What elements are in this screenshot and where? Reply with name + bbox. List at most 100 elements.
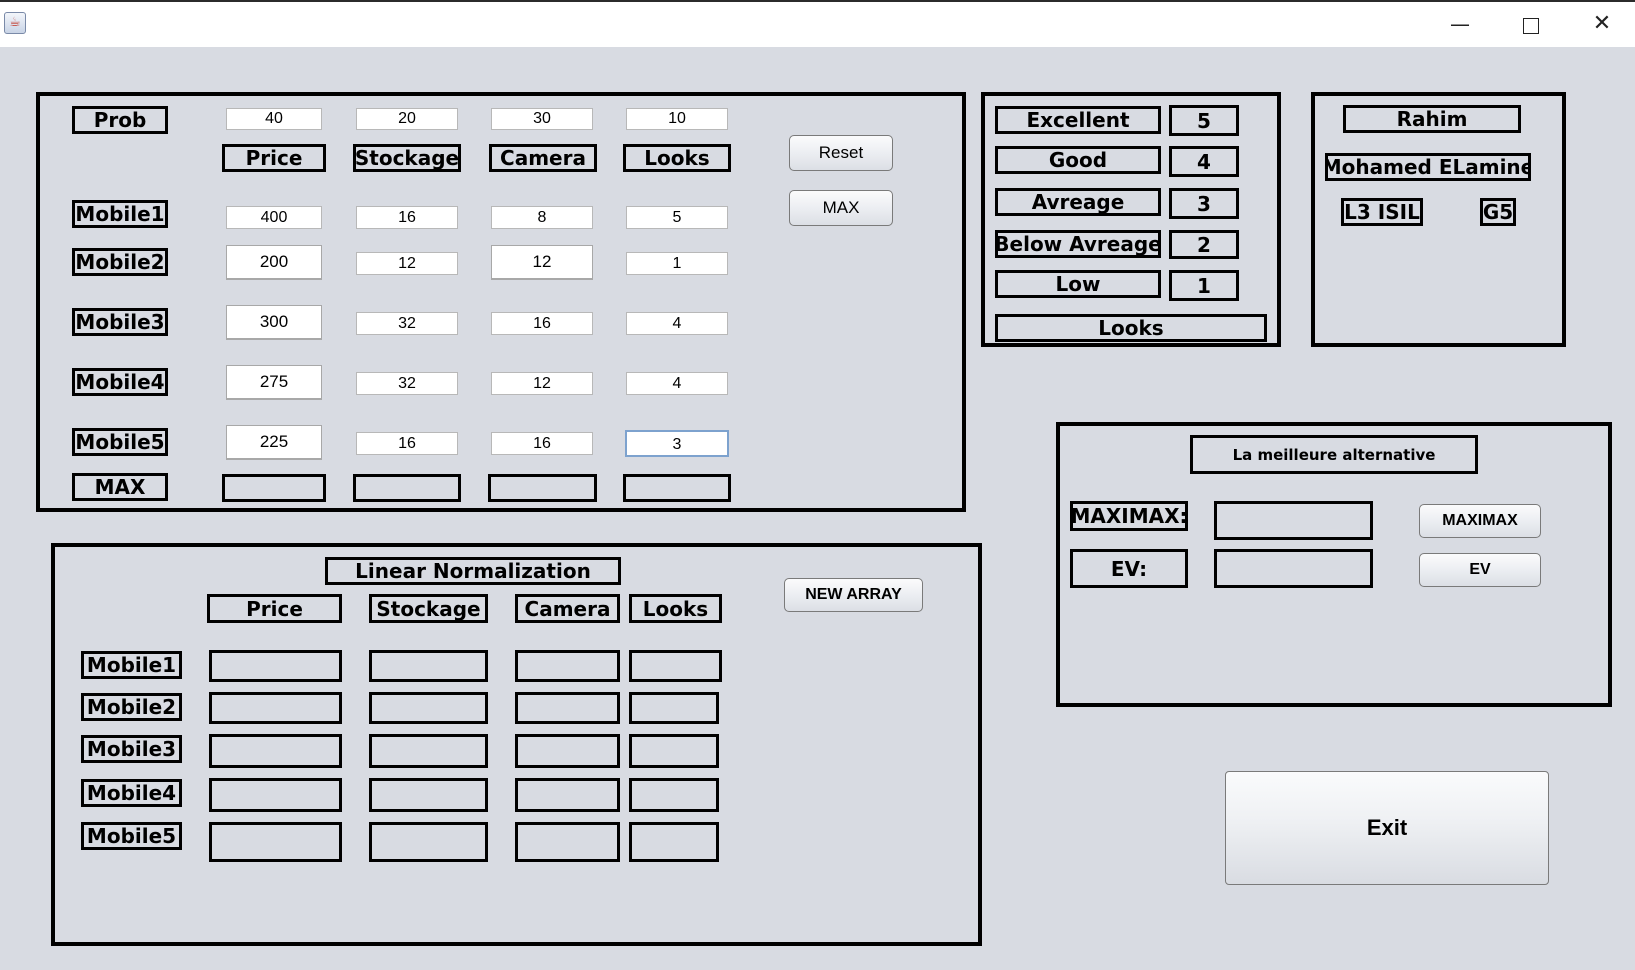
mobile4-stockage-field[interactable]: 32 — [356, 372, 458, 395]
mobile5-price-field[interactable]: 225 — [226, 425, 322, 460]
scale-value-low: 1 — [1169, 270, 1239, 301]
scale-value-avreage: 3 — [1169, 188, 1239, 219]
norm-row-label-mobile2: Mobile2 — [81, 693, 182, 721]
max-row-label: MAX — [72, 473, 168, 501]
minimize-icon: — — [1450, 12, 1470, 36]
minimize-button[interactable]: — — [1430, 6, 1490, 42]
norm-mobile4-price — [209, 778, 342, 812]
norm-row-label-mobile4: Mobile4 — [81, 779, 182, 807]
scale-label-good: Good — [995, 146, 1161, 174]
mobile2-looks-field[interactable]: 1 — [626, 252, 728, 275]
mobile2-stockage-field[interactable]: 12 — [356, 252, 458, 275]
prob-looks-field[interactable]: 10 — [626, 108, 728, 130]
norm-mobile2-looks — [629, 692, 719, 724]
row-label-mobile3: Mobile3 — [72, 308, 168, 336]
row-label-mobile2: Mobile2 — [72, 248, 168, 276]
scale-label-avreage: Avreage — [995, 188, 1161, 216]
norm-mobile5-stockage — [369, 822, 488, 862]
norm-row-label-mobile5: Mobile5 — [81, 822, 182, 850]
norm-mobile3-stockage — [369, 734, 488, 768]
mobile1-camera-field[interactable]: 8 — [491, 206, 593, 229]
norm-mobile4-stockage — [369, 778, 488, 812]
norm-col-header-stockage: Stockage — [369, 594, 488, 623]
exit-button[interactable]: Exit — [1225, 771, 1549, 885]
mobile4-camera-field[interactable]: 12 — [491, 372, 593, 395]
norm-mobile3-price — [209, 734, 342, 768]
maximize-icon — [1523, 17, 1539, 34]
norm-col-header-looks: Looks — [629, 594, 722, 623]
norm-mobile3-camera — [515, 734, 620, 768]
norm-mobile4-camera — [515, 778, 620, 812]
max-button[interactable]: MAX — [789, 190, 893, 226]
scale-label-low: Low — [995, 270, 1161, 298]
java-app-icon[interactable]: ☕ — [4, 12, 26, 34]
scale-label-below-avreage: Below Avreage — [995, 230, 1161, 258]
norm-mobile5-price — [209, 822, 342, 862]
norm-mobile5-looks — [629, 822, 719, 862]
close-button[interactable]: ✕ — [1572, 6, 1632, 42]
mobile1-stockage-field[interactable]: 16 — [356, 206, 458, 229]
row-label-mobile1: Mobile1 — [72, 200, 168, 228]
mobile5-looks-field[interactable]: 3 — [625, 430, 729, 457]
mobile5-stockage-field[interactable]: 16 — [356, 432, 458, 455]
col-header-looks: Looks — [623, 144, 731, 172]
ev-label: EV: — [1070, 549, 1188, 588]
mobile2-price-field[interactable]: 200 — [226, 245, 322, 280]
mobile3-looks-field[interactable]: 4 — [626, 312, 728, 335]
mobile4-looks-field[interactable]: 4 — [626, 372, 728, 395]
maximax-result — [1214, 501, 1373, 540]
scale-value-excellent: 5 — [1169, 105, 1239, 136]
author-full-name: Mohamed ELamine — [1325, 153, 1531, 181]
max-camera-output — [488, 474, 597, 502]
ev-result — [1214, 549, 1373, 588]
norm-mobile2-camera — [515, 692, 620, 724]
col-header-price: Price — [222, 144, 326, 172]
norm-mobile1-stockage — [369, 650, 488, 682]
close-icon: ✕ — [1592, 11, 1612, 36]
col-header-camera: Camera — [489, 144, 597, 172]
prob-price-field[interactable]: 40 — [226, 108, 322, 130]
mobile2-camera-field[interactable]: 12 — [491, 245, 593, 280]
max-looks-output — [623, 474, 731, 502]
reset-button[interactable]: Reset — [789, 135, 893, 171]
norm-col-header-camera: Camera — [515, 594, 620, 623]
mobile4-price-field[interactable]: 275 — [226, 365, 322, 400]
row-label-mobile5: Mobile5 — [72, 428, 168, 456]
norm-mobile2-stockage — [369, 692, 488, 724]
norm-mobile4-looks — [629, 778, 719, 812]
mobile5-camera-field[interactable]: 16 — [491, 432, 593, 455]
scale-label-excellent: Excellent — [995, 106, 1161, 134]
mobile3-price-field[interactable]: 300 — [226, 305, 322, 340]
max-stockage-output — [353, 474, 461, 502]
max-price-output — [222, 474, 326, 502]
norm-mobile3-looks — [629, 734, 719, 768]
maximax-label: MAXIMAX: — [1070, 501, 1188, 531]
norm-col-header-price: Price — [207, 594, 342, 623]
mobile1-looks-field[interactable]: 5 — [626, 206, 728, 229]
norm-mobile1-camera — [515, 650, 620, 682]
mobile3-camera-field[interactable]: 16 — [491, 312, 593, 335]
prob-stockage-field[interactable]: 20 — [356, 108, 458, 130]
norm-mobile1-price — [209, 650, 342, 682]
scale-value-good: 4 — [1169, 146, 1239, 177]
norm-row-label-mobile1: Mobile1 — [81, 651, 182, 679]
prob-label: Prob — [72, 106, 168, 134]
maximax-button[interactable]: MAXIMAX — [1419, 504, 1541, 538]
mobile1-price-field[interactable]: 400 — [226, 206, 322, 229]
maximize-button[interactable] — [1501, 6, 1561, 42]
mobile3-stockage-field[interactable]: 32 — [356, 312, 458, 335]
author-first-name: Rahim — [1343, 105, 1521, 133]
ev-button[interactable]: EV — [1419, 553, 1541, 587]
author-group: G5 — [1480, 198, 1516, 226]
row-label-mobile4: Mobile4 — [72, 368, 168, 396]
prob-camera-field[interactable]: 30 — [491, 108, 593, 130]
col-header-stockage: Stockage — [353, 144, 461, 172]
title-bar — [0, 0, 1635, 47]
author-level: L3 ISIL — [1341, 198, 1423, 226]
norm-mobile2-price — [209, 692, 342, 724]
norm-mobile5-camera — [515, 822, 620, 862]
scale-value-below-avreage: 2 — [1169, 230, 1239, 259]
best-alternative-title: La meilleure alternative — [1190, 435, 1478, 474]
new-array-button[interactable]: NEW ARRAY — [784, 578, 923, 612]
norm-row-label-mobile3: Mobile3 — [81, 735, 182, 763]
